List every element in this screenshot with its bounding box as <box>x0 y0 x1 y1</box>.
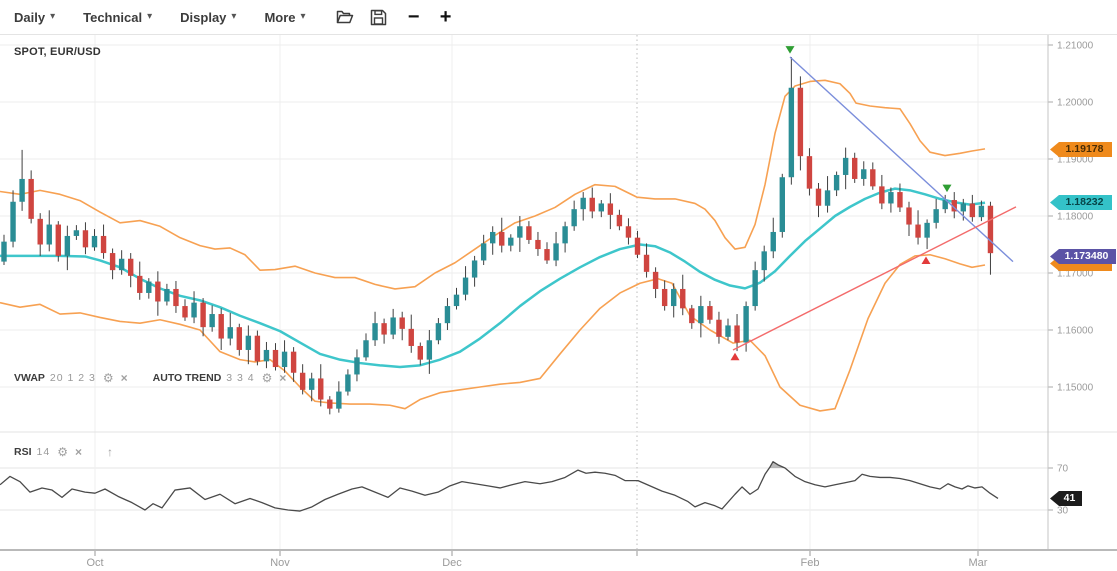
svg-text:70: 70 <box>1057 464 1069 475</box>
trend-markers <box>731 46 952 360</box>
menu-more[interactable]: More ▾ <box>264 10 305 25</box>
svg-text:1.20000: 1.20000 <box>1057 98 1094 109</box>
rsi-plot <box>0 462 998 511</box>
svg-text:Dec: Dec <box>442 557 462 569</box>
svg-text:30: 30 <box>1057 506 1069 517</box>
svg-text:1.16000: 1.16000 <box>1057 326 1094 337</box>
candles <box>1 57 993 414</box>
svg-text:Feb: Feb <box>801 557 820 569</box>
chevron-down-icon: ▾ <box>50 12 55 22</box>
chevron-down-icon: ▾ <box>231 12 236 22</box>
menu-more-label: More <box>264 10 295 25</box>
rsi-legend-name: RSI <box>14 446 32 458</box>
last-price-badge: 1.173480 <box>1050 249 1116 264</box>
chevron-down-icon: ▾ <box>301 12 306 22</box>
rsi-legend: RSI 14 ⚙ × ↑ <box>14 446 120 458</box>
upper-band-price-badge: 1.19178 <box>1050 142 1112 157</box>
svg-text:1.21000: 1.21000 <box>1057 41 1094 52</box>
menu-daily[interactable]: Daily ▾ <box>14 10 55 25</box>
chevron-down-icon: ▾ <box>147 12 152 22</box>
autotrend-legend-name: AUTO TREND <box>153 372 222 384</box>
vwap-legend-name: VWAP <box>14 372 45 384</box>
save-button[interactable] <box>368 6 390 28</box>
menu-technical-label: Technical <box>83 10 142 25</box>
open-folder-button[interactable] <box>334 6 356 28</box>
autotrend-legend-params: 3 3 4 <box>226 372 254 384</box>
menu-technical[interactable]: Technical ▾ <box>83 10 152 25</box>
zoom-in-button[interactable]: + <box>434 6 458 28</box>
symbol-label: SPOT, EUR/USD <box>14 46 101 58</box>
close-icon[interactable]: × <box>279 372 286 384</box>
save-icon <box>370 9 387 26</box>
vwap-line <box>0 189 985 367</box>
move-panel-up-icon[interactable]: ↑ <box>107 446 113 458</box>
svg-text:Oct: Oct <box>86 557 103 569</box>
pivot-high-marker <box>786 46 795 54</box>
close-icon[interactable]: × <box>75 446 82 458</box>
pivot-low-marker <box>731 353 740 361</box>
open-folder-icon <box>336 9 354 25</box>
menu-display-label: Display <box>180 10 226 25</box>
rsi-gridlines: 70 30 <box>0 464 1069 517</box>
rsi-legend-params: 14 <box>37 446 51 458</box>
bollinger-lower-line <box>0 255 985 411</box>
svg-text:1.15000: 1.15000 <box>1057 383 1094 394</box>
svg-text:Nov: Nov <box>270 557 290 569</box>
app-toolbar: Daily ▾ Technical ▾ Display ▾ More ▾ − + <box>0 0 1117 35</box>
menu-display[interactable]: Display ▾ <box>180 10 236 25</box>
vwap-price-badge: 1.18232 <box>1050 195 1112 210</box>
pivot-high-marker <box>943 185 952 193</box>
gear-icon[interactable]: ⚙ <box>57 446 68 458</box>
svg-text:Mar: Mar <box>969 557 988 569</box>
pivot-low-marker <box>922 256 931 264</box>
price-gridlines: 1.210001.200001.190001.180001.170001.160… <box>0 41 1094 394</box>
rsi-line <box>0 462 998 511</box>
zoom-out-button[interactable]: − <box>402 6 426 28</box>
overlay-legends: VWAP 20 1 2 3 ⚙ × AUTO TREND 3 3 4 ⚙ × <box>14 372 293 384</box>
close-icon[interactable]: × <box>121 372 128 384</box>
svg-text:1.18000: 1.18000 <box>1057 212 1094 223</box>
gear-icon[interactable]: ⚙ <box>262 372 273 384</box>
menu-daily-label: Daily <box>14 10 45 25</box>
main-chart[interactable]: 1.210001.200001.190001.180001.170001.160… <box>0 0 1117 571</box>
vwap-legend-params: 20 1 2 3 <box>50 372 96 384</box>
gear-icon[interactable]: ⚙ <box>103 372 114 384</box>
uptrend-line <box>733 207 1016 350</box>
